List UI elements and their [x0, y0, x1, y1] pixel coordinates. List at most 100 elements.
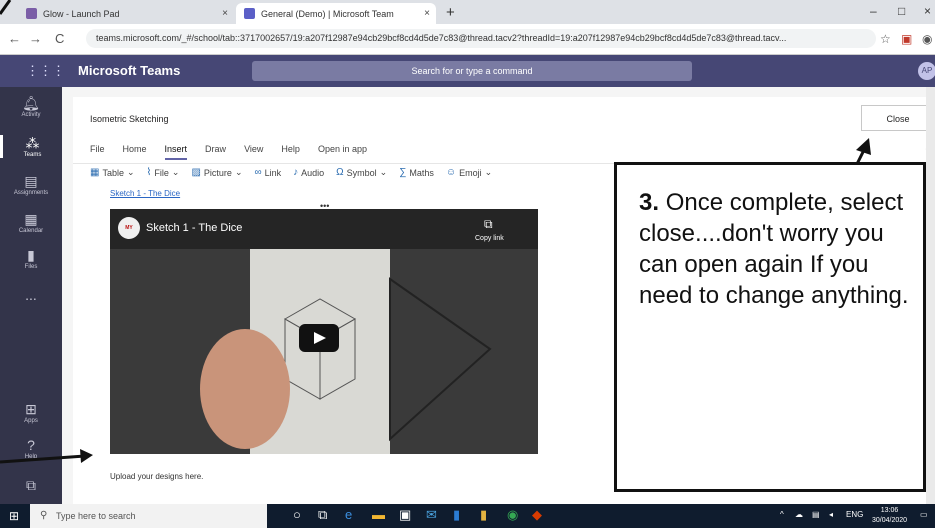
glow-favicon-icon — [26, 8, 37, 19]
tab-file[interactable]: File — [90, 144, 105, 160]
instruction-callout: 3. Once complete, select close....don't … — [614, 162, 926, 492]
bell-icon: 🔔︎ — [22, 95, 40, 111]
tab-open-in-app[interactable]: Open in app — [318, 144, 367, 160]
scrollbar[interactable] — [926, 87, 935, 504]
rail-item-apps[interactable]: ⊞ Apps — [0, 401, 62, 424]
mail-icon[interactable]: ✉ — [426, 507, 437, 523]
ribbon-maths-button[interactable]: ∑ Maths — [399, 167, 434, 178]
word-icon[interactable]: ▮ — [453, 507, 460, 523]
table-icon: ▦ — [90, 167, 100, 178]
tab-draw[interactable]: Draw — [205, 144, 226, 160]
ribbon-tabs: File Home Insert Draw View Help Open in … — [90, 144, 367, 160]
insert-ribbon: ▦ Table ⌄ ⌇ File ⌄ ▨ Picture ⌄ ∞ Link ♪ Audio… — [90, 167, 492, 178]
close-button[interactable]: Close — [861, 105, 935, 131]
teams-favicon-icon — [244, 8, 255, 19]
rail-item-more[interactable]: ... — [0, 287, 62, 303]
onedrive-icon[interactable]: ☁ — [795, 510, 803, 519]
channel-logo: MY — [118, 217, 140, 239]
page-title: Isometric Sketching — [90, 114, 169, 124]
copy-icon[interactable]: ⧉ — [484, 217, 493, 232]
more-icon: ... — [25, 287, 37, 303]
assignments-icon: ▤ — [24, 173, 38, 189]
browser-address-bar: ← → C teams.microsoft.com/_#/school/tab:… — [0, 24, 935, 55]
close-window-icon[interactable]: × — [924, 4, 931, 18]
volume-icon[interactable]: ◂ — [829, 510, 833, 519]
teams-taskbar-icon[interactable]: ◆ — [532, 507, 542, 523]
embedded-video[interactable]: MY Sketch 1 - The Dice ⧉ Copy link — [110, 209, 538, 454]
rail-item-files[interactable]: ▮ Files — [0, 247, 62, 270]
maths-icon: ∑ — [399, 167, 407, 178]
teams-icon: ⁂ — [25, 135, 40, 151]
store-icon[interactable]: ▣ — [399, 507, 411, 523]
rail-item-teams[interactable]: ⁂ Teams — [0, 135, 62, 158]
sketch-link[interactable]: Sketch 1 - The Dice — [110, 189, 180, 198]
browser-tab-glow[interactable]: Glow - Launch Pad × — [18, 3, 234, 24]
ribbon-link-button[interactable]: ∞ Link — [254, 167, 281, 178]
extension-icon[interactable]: ▣ — [901, 32, 912, 46]
forward-icon[interactable]: → — [29, 31, 42, 46]
tab-home[interactable]: Home — [123, 144, 147, 160]
file-explorer-icon[interactable]: ▬ — [372, 507, 385, 522]
tab-close-icon[interactable]: × — [424, 8, 430, 19]
cortana-icon[interactable]: ○ — [293, 507, 301, 522]
app-launcher-icon[interactable]: ⋮⋮⋮ — [26, 63, 65, 79]
rail-item-help[interactable]: ? Help — [0, 437, 62, 460]
language-indicator[interactable]: ENG — [846, 510, 863, 519]
paperclip-icon: ⌇ — [146, 167, 152, 178]
omega-icon: Ω — [336, 167, 344, 178]
browser-tab-bar: Glow - Launch Pad × General (Demo) | Mic… — [0, 0, 935, 24]
calendar-icon: ▦ — [24, 211, 38, 227]
windows-start-icon[interactable]: ⊞ — [9, 509, 19, 523]
reload-icon[interactable]: C — [55, 31, 64, 46]
browser-tab-label: General (Demo) | Microsoft Team — [261, 8, 394, 19]
avatar[interactable]: AP — [918, 62, 935, 80]
rail-item-calendar[interactable]: ▦ Calendar — [0, 211, 62, 234]
tab-insert[interactable]: Insert — [164, 144, 188, 160]
download-app-icon: ⧉ — [26, 477, 36, 493]
taskbar-clock[interactable]: 13:06 30/04/2020 — [872, 506, 907, 526]
ribbon-audio-button[interactable]: ♪ Audio — [293, 167, 324, 178]
video-title: Sketch 1 - The Dice — [146, 222, 243, 234]
audio-icon: ♪ — [293, 167, 299, 178]
upload-instructions: Upload your designs here. — [110, 472, 204, 481]
ribbon-file-button[interactable]: ⌇ File ⌄ — [147, 167, 180, 178]
tab-help[interactable]: Help — [281, 144, 300, 160]
tab-close-icon[interactable]: × — [222, 8, 228, 19]
sticky-notes-icon[interactable]: ▮ — [480, 507, 487, 523]
emoji-icon: ☺ — [445, 167, 457, 178]
rail-item-download[interactable]: ⧉ — [0, 477, 62, 493]
network-icon[interactable]: ▤ — [812, 510, 820, 519]
ribbon-symbol-button[interactable]: Ω Symbol ⌄ — [336, 167, 387, 178]
ribbon-table-button[interactable]: ▦ Table ⌄ — [90, 167, 135, 178]
task-view-icon[interactable]: ⧉ — [318, 507, 327, 523]
rail-item-assignments[interactable]: ▤ Assignments — [0, 173, 62, 196]
play-button[interactable] — [299, 324, 339, 352]
new-tab-button[interactable]: + — [446, 4, 455, 21]
maximize-icon[interactable]: □ — [898, 4, 905, 18]
tray-chevron-icon[interactable]: ^ — [780, 510, 784, 519]
rail-item-activity[interactable]: 🔔︎ Activity — [0, 95, 62, 118]
copy-link-button[interactable]: Copy link — [475, 235, 504, 242]
search-icon: ⚲ — [40, 510, 48, 521]
url-input[interactable]: teams.microsoft.com/_#/school/tab::37170… — [86, 29, 876, 48]
bookmark-star-icon[interactable]: ☆ — [880, 32, 891, 46]
windows-taskbar: ⊞ ⚲ Type here to search ○ ⧉ e ▬ ▣ ✉ ▮ ▮ … — [0, 504, 935, 528]
account-icon[interactable]: ◉ — [922, 32, 932, 46]
browser-tab-label: Glow - Launch Pad — [43, 8, 120, 19]
step-number: 3. — [639, 189, 660, 216]
notifications-icon[interactable]: ▭ — [920, 510, 928, 519]
search-input[interactable]: Search for or type a command — [252, 61, 692, 81]
callout-text: Once complete, select close....don't wor… — [639, 189, 909, 309]
edge-icon[interactable]: e — [345, 507, 352, 522]
tab-view[interactable]: View — [244, 144, 263, 160]
app-title: Microsoft Teams — [78, 63, 181, 78]
chrome-icon[interactable]: ◉ — [507, 507, 518, 523]
browser-tab-teams[interactable]: General (Demo) | Microsoft Team × — [236, 3, 436, 24]
taskbar-search-input[interactable]: ⚲ Type here to search — [30, 504, 267, 528]
ribbon-picture-button[interactable]: ▨ Picture ⌄ — [191, 167, 242, 178]
teams-header: ⋮⋮⋮ Microsoft Teams Search for or type a… — [0, 55, 935, 87]
help-icon: ? — [27, 437, 35, 453]
back-icon[interactable]: ← — [8, 31, 21, 46]
ribbon-emoji-button[interactable]: ☺ Emoji ⌄ — [446, 167, 492, 178]
minimize-icon[interactable]: – — [870, 4, 877, 18]
